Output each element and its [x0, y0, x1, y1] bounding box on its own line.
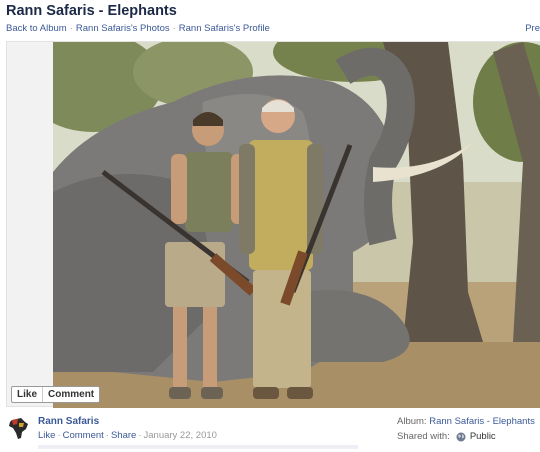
photo-image — [53, 42, 540, 408]
photo-like-button[interactable]: Like — [12, 387, 42, 402]
owner-name-link[interactable]: Rann Safaris — [38, 416, 99, 427]
photo-meta: Like · Comment · Share · January 22, 2010 — [38, 430, 217, 441]
album-label: Album: — [397, 416, 427, 427]
breadcrumb-separator: · — [172, 23, 176, 34]
album-info: Album: Rann Safaris - Elephants — [397, 416, 535, 427]
profile-link[interactable]: Rann Safaris's Profile — [179, 23, 270, 34]
meta-separator: · — [138, 430, 142, 441]
like-link[interactable]: Like — [38, 430, 55, 441]
photo[interactable] — [53, 42, 540, 408]
meta-separator: · — [57, 430, 61, 441]
africa-map-icon[interactable] — [6, 415, 32, 441]
previous-photo-link[interactable]: Pre — [525, 23, 540, 34]
breadcrumb-separator: · — [69, 23, 73, 34]
shared-label: Shared with: — [397, 431, 450, 442]
photo-actions: Like Comment — [11, 386, 101, 403]
photo-stage: Like Comment — [6, 41, 540, 408]
share-link[interactable]: Share — [111, 430, 136, 441]
comment-box-stub[interactable] — [38, 445, 358, 449]
breadcrumb: Back to Album · Rann Safaris's Photos · Rann… — [6, 23, 540, 37]
photo-date: January 22, 2010 — [143, 430, 217, 441]
shared-info: Shared with: Public — [397, 431, 496, 442]
meta-separator: · — [105, 430, 109, 441]
album-link[interactable]: Rann Safaris - Elephants — [429, 416, 535, 427]
globe-icon — [456, 432, 466, 441]
photos-link[interactable]: Rann Safaris's Photos — [76, 23, 170, 34]
audience-label[interactable]: Public — [470, 431, 496, 442]
back-to-album-link[interactable]: Back to Album — [6, 23, 67, 34]
page-title: Rann Safaris - Elephants — [6, 3, 177, 19]
photo-footer: Rann Safaris Like · Comment · Share · January … — [0, 410, 540, 452]
comment-link[interactable]: Comment — [63, 430, 104, 441]
photo-comment-button[interactable]: Comment — [42, 387, 99, 402]
